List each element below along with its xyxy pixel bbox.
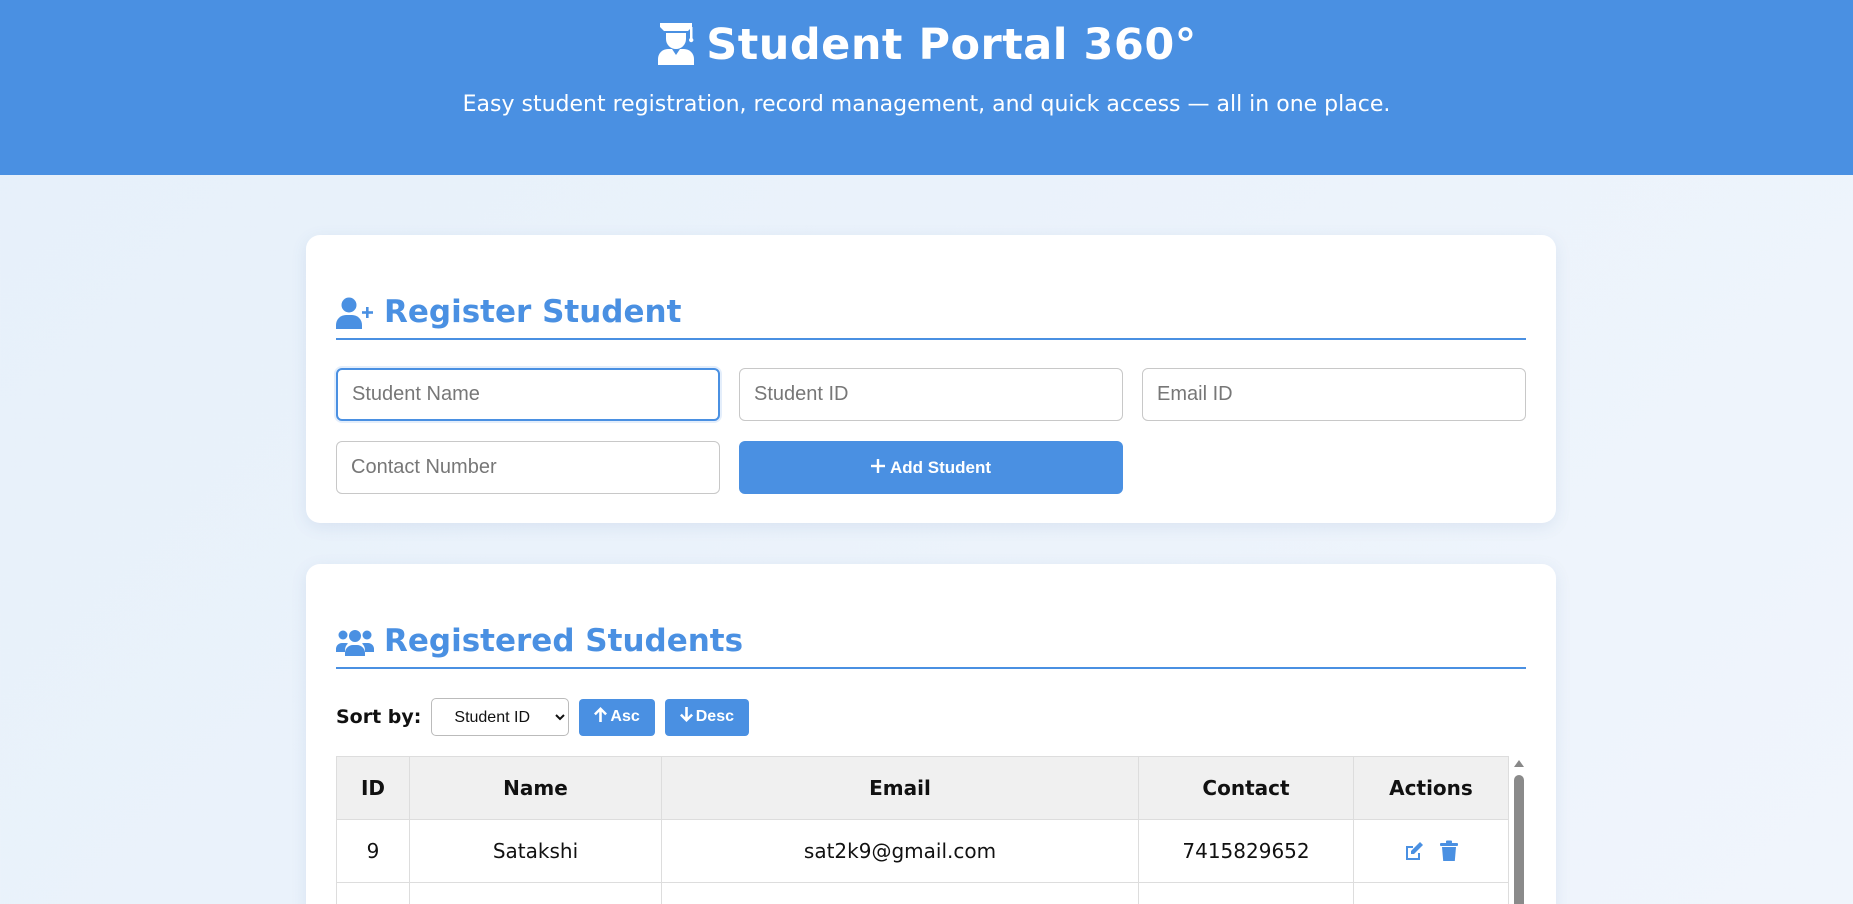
column-header-id[interactable]: ID: [336, 756, 410, 820]
students-table-container[interactable]: ID Name Email Contact Actions 9 Satakshi…: [336, 756, 1526, 904]
cell-name: Satakshi: [409, 819, 662, 883]
column-header-name[interactable]: Name: [409, 756, 662, 820]
cell-email: [661, 882, 1139, 904]
sort-desc-label: Desc: [695, 708, 734, 725]
cell-id: [336, 882, 410, 904]
sort-asc-label: Asc: [610, 708, 640, 725]
table-row: [336, 882, 1509, 904]
app-subtitle: Easy student registration, record manage…: [462, 92, 1391, 117]
column-header-email[interactable]: Email: [661, 756, 1139, 820]
sort-controls: Sort by: Student ID Asc Desc: [336, 698, 749, 736]
trash-icon[interactable]: [1439, 840, 1459, 862]
arrow-up-icon: [594, 707, 608, 727]
add-student-button[interactable]: Add Student: [739, 441, 1123, 494]
table-scrollbar[interactable]: [1512, 756, 1526, 904]
users-icon: [336, 626, 374, 662]
table-header-row: ID Name Email Contact Actions: [336, 756, 1509, 820]
sort-select[interactable]: Student ID: [431, 698, 570, 736]
user-plus-icon: [336, 297, 374, 333]
arrow-down-icon: [679, 707, 693, 727]
header-title-row: Student Portal 360°: [0, 20, 1853, 70]
cell-name: [409, 882, 662, 904]
cell-email: sat2k9@gmail.com: [661, 819, 1139, 883]
sort-desc-button[interactable]: Desc: [664, 698, 749, 736]
add-student-label: Add Student: [889, 457, 992, 477]
page-header: Student Portal 360° Easy student registr…: [0, 0, 1853, 175]
student-id-input[interactable]: [739, 368, 1123, 421]
table-row: 9 Satakshi sat2k9@gmail.com 7415829652: [336, 819, 1509, 883]
student-name-input[interactable]: [336, 368, 720, 421]
sort-label: Sort by:: [336, 706, 422, 728]
students-card: Registered Students Sort by: Student ID …: [306, 564, 1556, 904]
plus-icon: [870, 458, 885, 478]
cell-contact: 7415829652: [1138, 819, 1354, 883]
column-header-contact[interactable]: Contact: [1138, 756, 1354, 820]
edit-icon[interactable]: [1403, 840, 1425, 862]
register-card: Register Student Add Student: [306, 235, 1556, 523]
graduate-icon: [656, 21, 696, 69]
app-title: Student Portal 360°: [706, 20, 1197, 70]
students-section-header: Registered Students: [336, 622, 1526, 669]
students-title: Registered Students: [384, 623, 744, 659]
cell-contact: [1138, 882, 1354, 904]
cell-actions: [1353, 882, 1509, 904]
scroll-up-arrow[interactable]: [1514, 760, 1524, 767]
column-header-actions: Actions: [1353, 756, 1509, 820]
register-title: Register Student: [384, 294, 682, 330]
cell-id: 9: [336, 819, 410, 883]
students-table: ID Name Email Contact Actions 9 Satakshi…: [336, 756, 1509, 904]
cell-actions: [1353, 819, 1509, 883]
email-id-input[interactable]: [1142, 368, 1526, 421]
register-section-header: Register Student: [336, 293, 1526, 340]
contact-number-input[interactable]: [336, 441, 720, 494]
sort-asc-button[interactable]: Asc: [579, 698, 655, 736]
scroll-thumb[interactable]: [1514, 775, 1524, 904]
